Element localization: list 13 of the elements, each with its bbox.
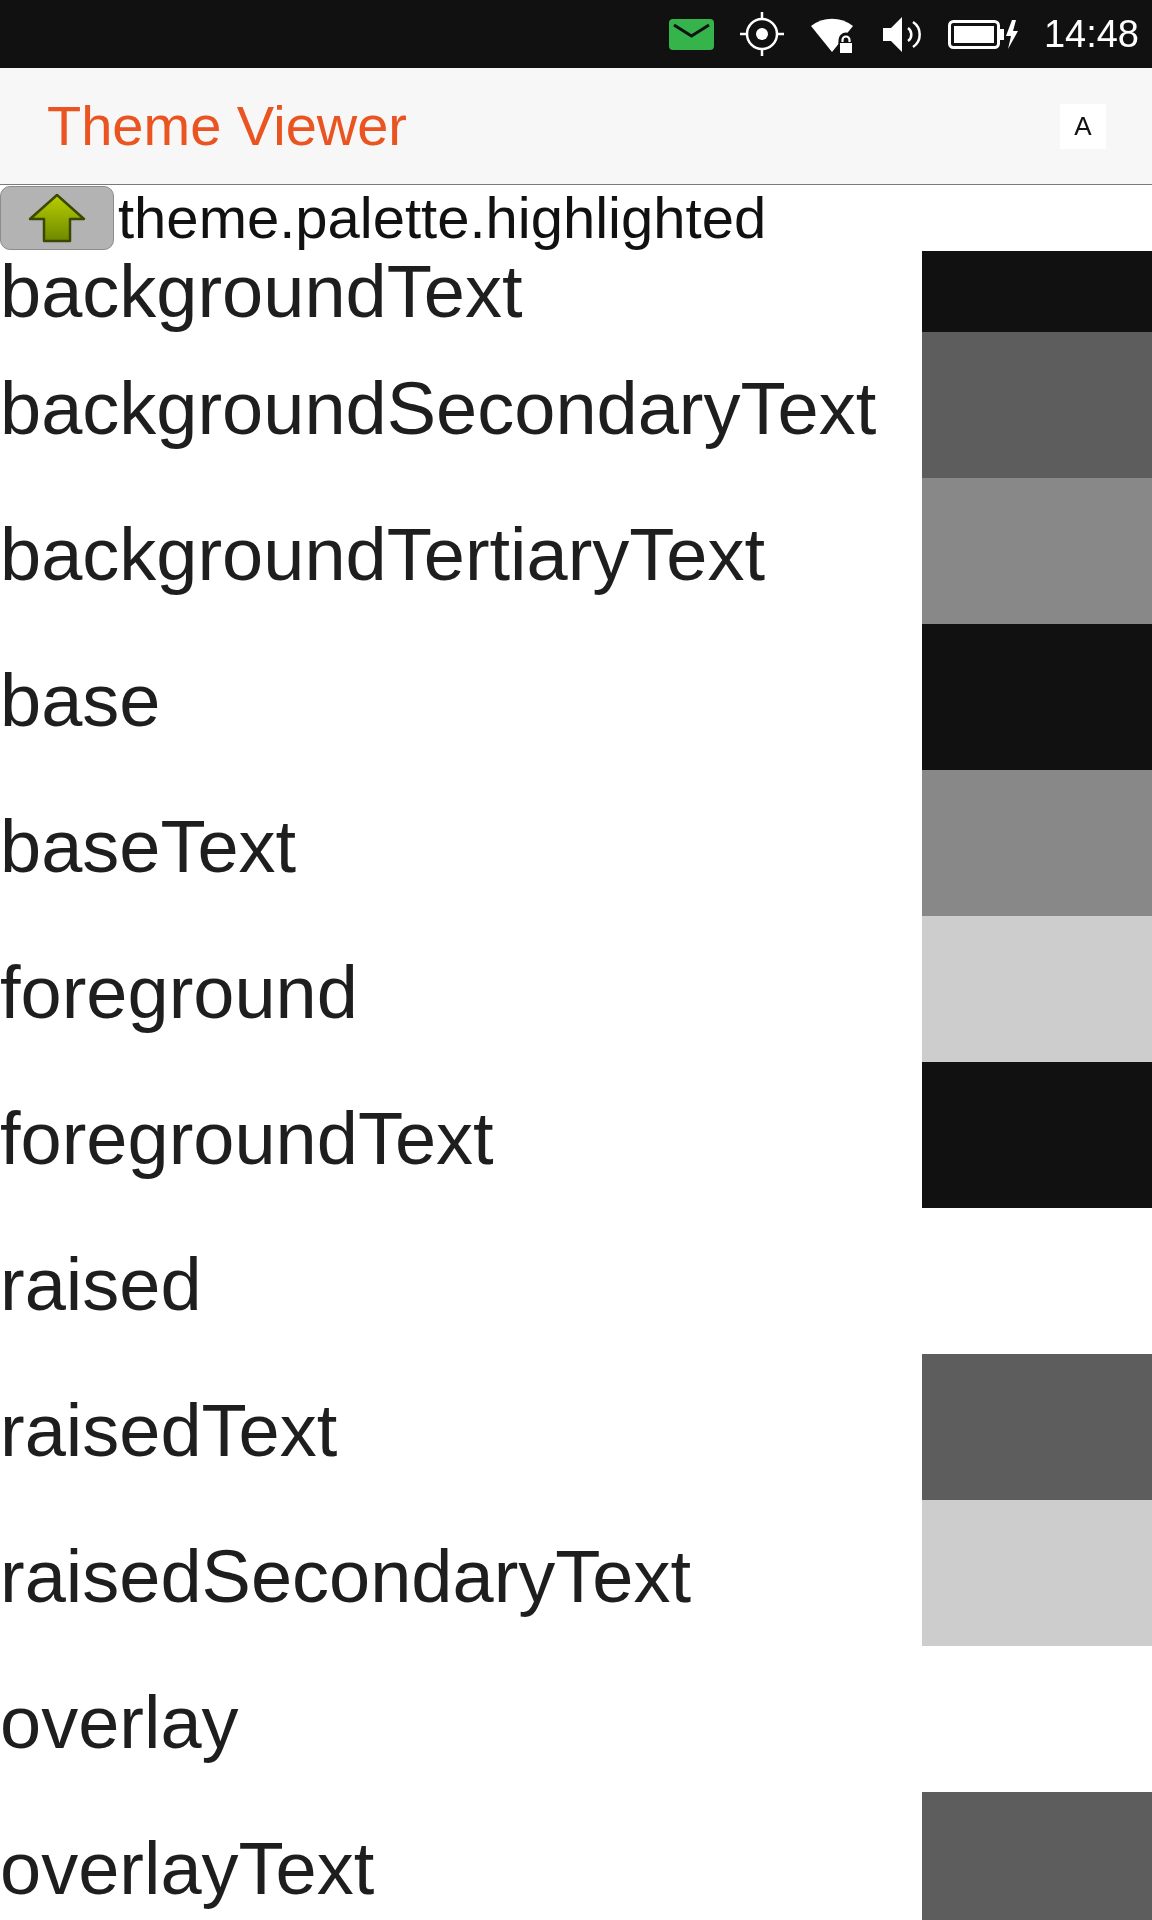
page-title: Theme Viewer — [47, 98, 407, 154]
palette-color-name: base — [0, 664, 161, 738]
battery-charging-icon — [947, 19, 1018, 49]
clock-time: 14:48 — [1043, 15, 1139, 53]
palette-color-name: baseText — [0, 810, 297, 884]
palette-color-name: raised — [0, 1248, 202, 1322]
up-arrow-icon — [27, 193, 87, 243]
speaker-icon — [881, 15, 922, 53]
location-icon — [739, 12, 784, 56]
font-action-button[interactable]: A — [1060, 103, 1106, 149]
palette-color-name: raisedText — [0, 1394, 338, 1468]
up-button[interactable] — [0, 186, 114, 250]
mail-icon — [668, 18, 714, 50]
